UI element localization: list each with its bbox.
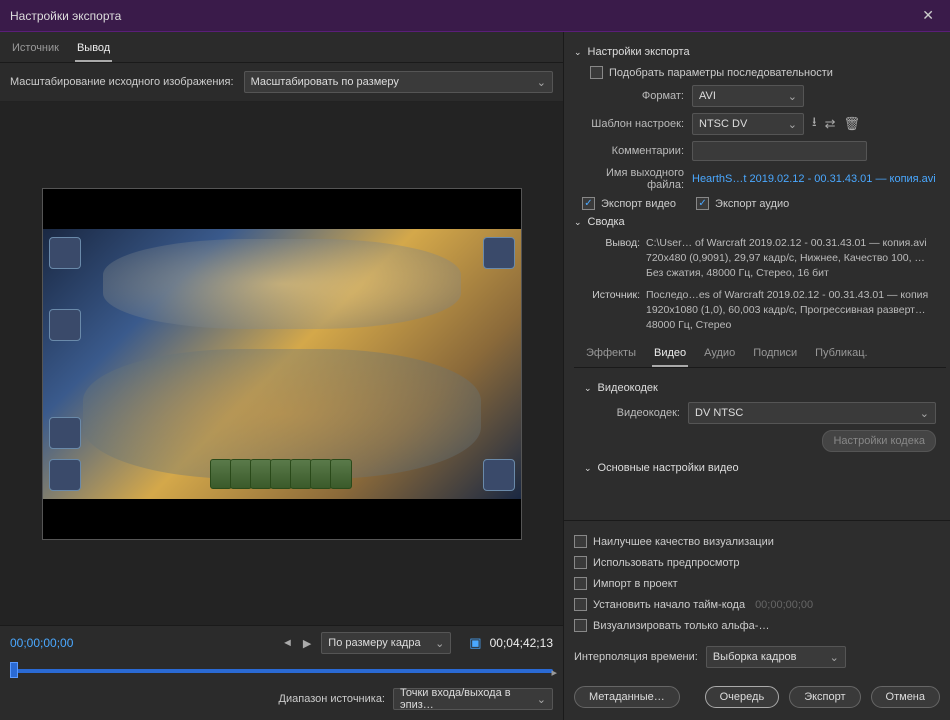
source-range-label: Диапазон источника: xyxy=(279,693,385,705)
queue-button[interactable]: Очередь xyxy=(705,686,780,708)
duration-timecode: 00;04;42;13 xyxy=(490,636,553,650)
basic-video-header[interactable]: ⌄ Основные настройки видео xyxy=(584,462,936,474)
codec-value: DV NTSC xyxy=(695,407,743,419)
scale-value: Масштабировать по размеру xyxy=(251,76,399,88)
summary-header[interactable]: ⌄ Сводка xyxy=(574,216,946,228)
subtab-publish[interactable]: Публикац. xyxy=(813,343,869,367)
chevron-down-icon: ⌄ xyxy=(537,76,546,89)
summary-source-label: Источник: xyxy=(590,288,640,334)
timeline-slider[interactable]: ▸ xyxy=(10,662,553,678)
codec-select[interactable]: DV NTSC ⌄ xyxy=(688,402,936,424)
best-quality-label: Наилучшее качество визуализации xyxy=(593,536,774,548)
caret-down-icon: ⌄ xyxy=(574,217,582,228)
set-start-tc-label: Установить начало тайм-кода xyxy=(593,599,745,611)
match-sequence-label: Подобрать параметры последовательности xyxy=(609,67,833,79)
tab-output[interactable]: Вывод xyxy=(75,38,112,62)
close-icon[interactable]: ✕ xyxy=(916,5,940,26)
render-alpha-label: Визуализировать только альфа-… xyxy=(593,620,769,632)
dialog-title: Настройки экспорта xyxy=(10,9,916,23)
chevron-down-icon: ⌄ xyxy=(788,118,797,131)
subtab-effects[interactable]: Эффекты xyxy=(584,343,638,367)
interp-label: Интерполяция времени: xyxy=(574,651,698,663)
export-settings-title: Настройки экспорта xyxy=(588,46,690,58)
subtab-audio[interactable]: Аудио xyxy=(702,343,737,367)
use-preview-checkbox[interactable] xyxy=(574,556,587,569)
format-select[interactable]: AVI ⌄ xyxy=(692,85,804,107)
render-alpha-checkbox[interactable] xyxy=(574,619,587,632)
import-project-label: Импорт в проект xyxy=(593,578,678,590)
preset-select[interactable]: NTSC DV ⌄ xyxy=(692,113,804,135)
interp-value: Выборка кадров xyxy=(713,651,797,663)
output-filename-link[interactable]: HearthS…t 2019.02.12 - 00.31.43.01 — коп… xyxy=(692,173,936,185)
caret-down-icon: ⌄ xyxy=(584,463,592,474)
match-sequence-checkbox[interactable] xyxy=(590,66,603,79)
chevron-down-icon: ⌄ xyxy=(537,693,546,706)
summary-title: Сводка xyxy=(588,216,625,228)
chevron-down-icon: ⌄ xyxy=(920,407,929,420)
subtab-captions[interactable]: Подписи xyxy=(751,343,799,367)
output-name-label: Имя выходного файла: xyxy=(590,167,684,191)
tab-source[interactable]: Источник xyxy=(10,38,61,62)
delete-preset-icon[interactable]: 🗑 xyxy=(843,116,860,132)
preview-video xyxy=(42,188,522,540)
export-button[interactable]: Экспорт xyxy=(789,686,860,708)
export-audio-checkbox[interactable]: ✓ xyxy=(696,197,709,210)
codec-section-title: Видеокодек xyxy=(598,382,658,394)
chevron-down-icon: ⌄ xyxy=(788,90,797,103)
metadata-button[interactable]: Метаданные… xyxy=(574,686,680,708)
format-value: AVI xyxy=(699,90,716,102)
import-project-checkbox[interactable] xyxy=(574,577,587,590)
chevron-down-icon: ⌄ xyxy=(435,637,444,650)
export-audio-label: Экспорт аудио xyxy=(715,198,789,210)
interp-select[interactable]: Выборка кадров ⌄ xyxy=(706,646,846,668)
play-icon[interactable]: ▶ xyxy=(301,637,313,650)
chevron-down-icon: ⌄ xyxy=(830,651,839,664)
comments-input[interactable] xyxy=(692,141,867,161)
basic-video-title: Основные настройки видео xyxy=(598,462,739,474)
import-preset-icon[interactable]: ⇄ xyxy=(825,116,836,132)
current-timecode[interactable]: 00;00;00;00 xyxy=(10,636,73,650)
comments-label: Комментарии: xyxy=(590,145,684,157)
source-range-value: Точки входа/выхода в эпиз… xyxy=(400,687,529,711)
summary-output-label: Вывод: xyxy=(590,236,640,282)
caret-down-icon: ⌄ xyxy=(574,47,582,58)
format-label: Формат: xyxy=(590,90,684,102)
step-back-icon[interactable]: ◄ xyxy=(280,637,295,650)
cancel-button[interactable]: Отмена xyxy=(871,686,940,708)
use-preview-label: Использовать предпросмотр xyxy=(593,557,740,569)
preset-value: NTSC DV xyxy=(699,118,747,130)
fit-select[interactable]: По размеру кадра ⌄ xyxy=(321,632,451,654)
fit-value: По размеру кадра xyxy=(328,637,420,649)
codec-section-header[interactable]: ⌄ Видеокодек xyxy=(584,382,936,394)
scale-label: Масштабирование исходного изображения: xyxy=(10,76,234,88)
preset-label: Шаблон настроек: xyxy=(590,118,684,130)
summary-output-text: C:\User… of Warcraft 2019.02.12 - 00.31.… xyxy=(646,236,946,282)
subtab-video[interactable]: Видео xyxy=(652,343,688,367)
source-range-select[interactable]: Точки входа/выхода в эпиз… ⌄ xyxy=(393,688,553,710)
codec-settings-button: Настройки кодека xyxy=(822,430,936,452)
summary-source-text: Последо…es of Warcraft 2019.02.12 - 00.3… xyxy=(646,288,946,334)
export-video-label: Экспорт видео xyxy=(601,198,676,210)
export-settings-header[interactable]: ⌄ Настройки экспорта xyxy=(574,46,946,58)
overlay-icon[interactable]: ▣ xyxy=(469,635,481,651)
export-video-checkbox[interactable]: ✓ xyxy=(582,197,595,210)
save-preset-icon[interactable]: ⭳ xyxy=(812,113,817,135)
best-quality-checkbox[interactable] xyxy=(574,535,587,548)
codec-label: Видеокодек: xyxy=(600,407,680,419)
caret-down-icon: ⌄ xyxy=(584,383,592,394)
set-start-tc-checkbox[interactable] xyxy=(574,598,587,611)
set-start-tc-value: 00;00;00;00 xyxy=(755,599,813,611)
scale-select[interactable]: Масштабировать по размеру ⌄ xyxy=(244,71,553,93)
